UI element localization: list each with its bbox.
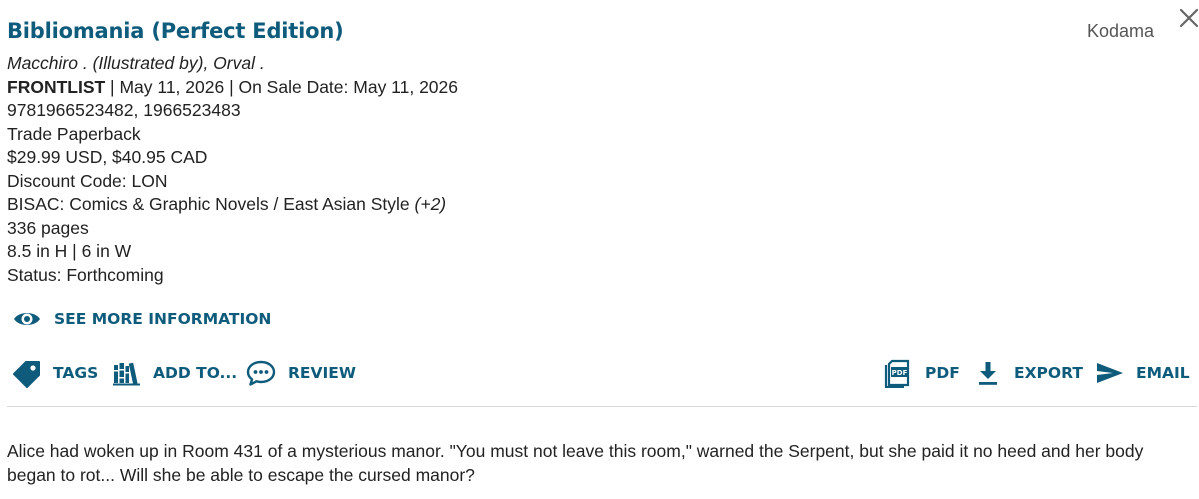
export-label: EXPORT — [1014, 364, 1083, 382]
list-label: FRONTLIST — [7, 76, 106, 97]
pdf-button[interactable]: PDF PDF — [884, 358, 960, 388]
export-button[interactable]: EXPORT — [977, 358, 1083, 388]
see-more-information-button[interactable]: SEE MORE INFORMATION — [13, 308, 271, 330]
close-icon[interactable] — [1179, 8, 1199, 28]
dimensions: 8.5 in H | 6 in W — [7, 241, 132, 261]
add-to-label: ADD TO... — [153, 364, 238, 382]
bisac-more[interactable]: (+2) — [415, 194, 447, 214]
book-title[interactable]: Bibliomania (Perfect Edition) — [7, 19, 344, 43]
tag-icon — [11, 358, 42, 388]
contributors: Macchiro . (Illustrated by), Orval . — [7, 53, 265, 73]
bisac: BISAC: Comics & Graphic Novels / East As… — [7, 193, 458, 217]
review-label: REVIEW — [288, 364, 356, 382]
email-label: EMAIL — [1136, 364, 1190, 382]
pdf-label: PDF — [925, 364, 960, 382]
see-more-label: SEE MORE INFORMATION — [54, 310, 272, 328]
add-to-button[interactable]: ADD TO... — [113, 358, 237, 388]
email-button[interactable]: EMAIL — [1096, 358, 1190, 388]
chat-icon — [246, 359, 276, 387]
list-dates: | May 11, 2026 | On Sale Date: May 11, 2… — [105, 76, 458, 97]
tags-label: TAGS — [53, 364, 99, 382]
format: Trade Paperback — [7, 123, 141, 144]
tags-button[interactable]: TAGS — [11, 358, 98, 388]
discount-code: Discount Code: LON — [7, 170, 168, 191]
pdf-icon-text: PDF — [892, 369, 908, 377]
status: Status: Forthcoming — [7, 264, 164, 285]
eye-icon — [13, 308, 41, 330]
pdf-icon: PDF — [884, 358, 912, 388]
list-info: FRONTLIST | May 11, 2026 | On Sale Date:… — [7, 76, 458, 100]
isbn: 9781966523482, 1966523483 — [7, 100, 241, 120]
divider — [7, 406, 1197, 407]
download-icon — [977, 360, 999, 386]
send-icon — [1096, 361, 1124, 385]
page-count: 336 pages — [7, 217, 89, 238]
book-metadata: Macchiro . (Illustrated by), Orval . FRO… — [7, 52, 458, 287]
publisher-name: Kodama — [1087, 21, 1155, 41]
review-button[interactable]: REVIEW — [246, 358, 356, 388]
bisac-text: BISAC: Comics & Graphic Novels / East As… — [7, 194, 415, 214]
price: $29.99 USD, $40.95 CAD — [7, 147, 208, 167]
book-description: Alice had woken up in Room 431 of a myst… — [7, 441, 1144, 485]
books-icon — [113, 360, 141, 386]
